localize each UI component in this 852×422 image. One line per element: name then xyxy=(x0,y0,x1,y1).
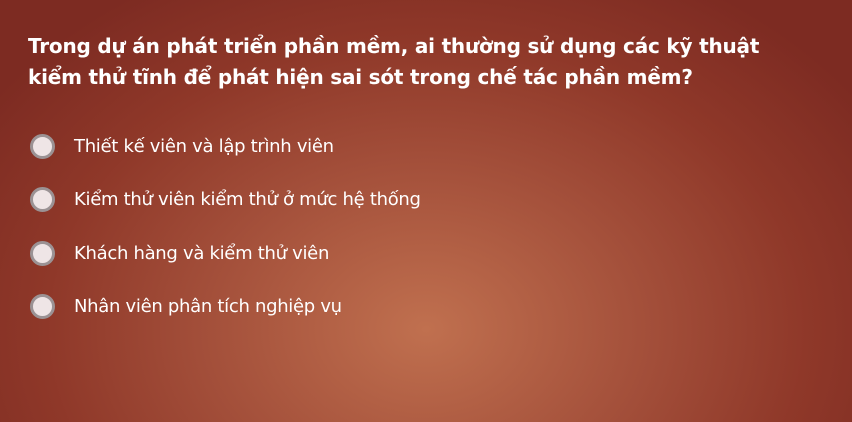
answer-option-2[interactable]: Kiểm thử viên kiểm thử ở mức hệ thống xyxy=(30,183,421,217)
radio-button[interactable] xyxy=(30,294,55,319)
answer-options: Thiết kế viên và lập trình viên Kiểm thử… xyxy=(30,129,421,343)
answer-label: Khách hàng và kiểm thử viên xyxy=(74,242,330,264)
radio-button[interactable] xyxy=(30,133,55,159)
answer-label: Kiểm thử viên kiểm thử ở mức hệ thống xyxy=(74,189,421,210)
radio-button[interactable] xyxy=(30,240,55,266)
answer-label: Thiết kế viên và lập trình viên xyxy=(74,135,334,157)
quiz-panel: Trong dự án phát triển phần mềm, ai thườ… xyxy=(0,0,852,422)
answer-label: Nhân viên phân tích nghiệp vụ xyxy=(74,296,342,317)
question-text: Trong dự án phát triển phần mềm, ai thườ… xyxy=(28,34,760,89)
answer-option-3[interactable]: Khách hàng và kiểm thử viên xyxy=(30,236,421,270)
answer-option-1[interactable]: Thiết kế viên và lập trình viên xyxy=(30,129,421,163)
answer-option-4[interactable]: Nhân viên phân tích nghiệp vụ xyxy=(30,290,421,324)
radio-button[interactable] xyxy=(30,187,55,212)
